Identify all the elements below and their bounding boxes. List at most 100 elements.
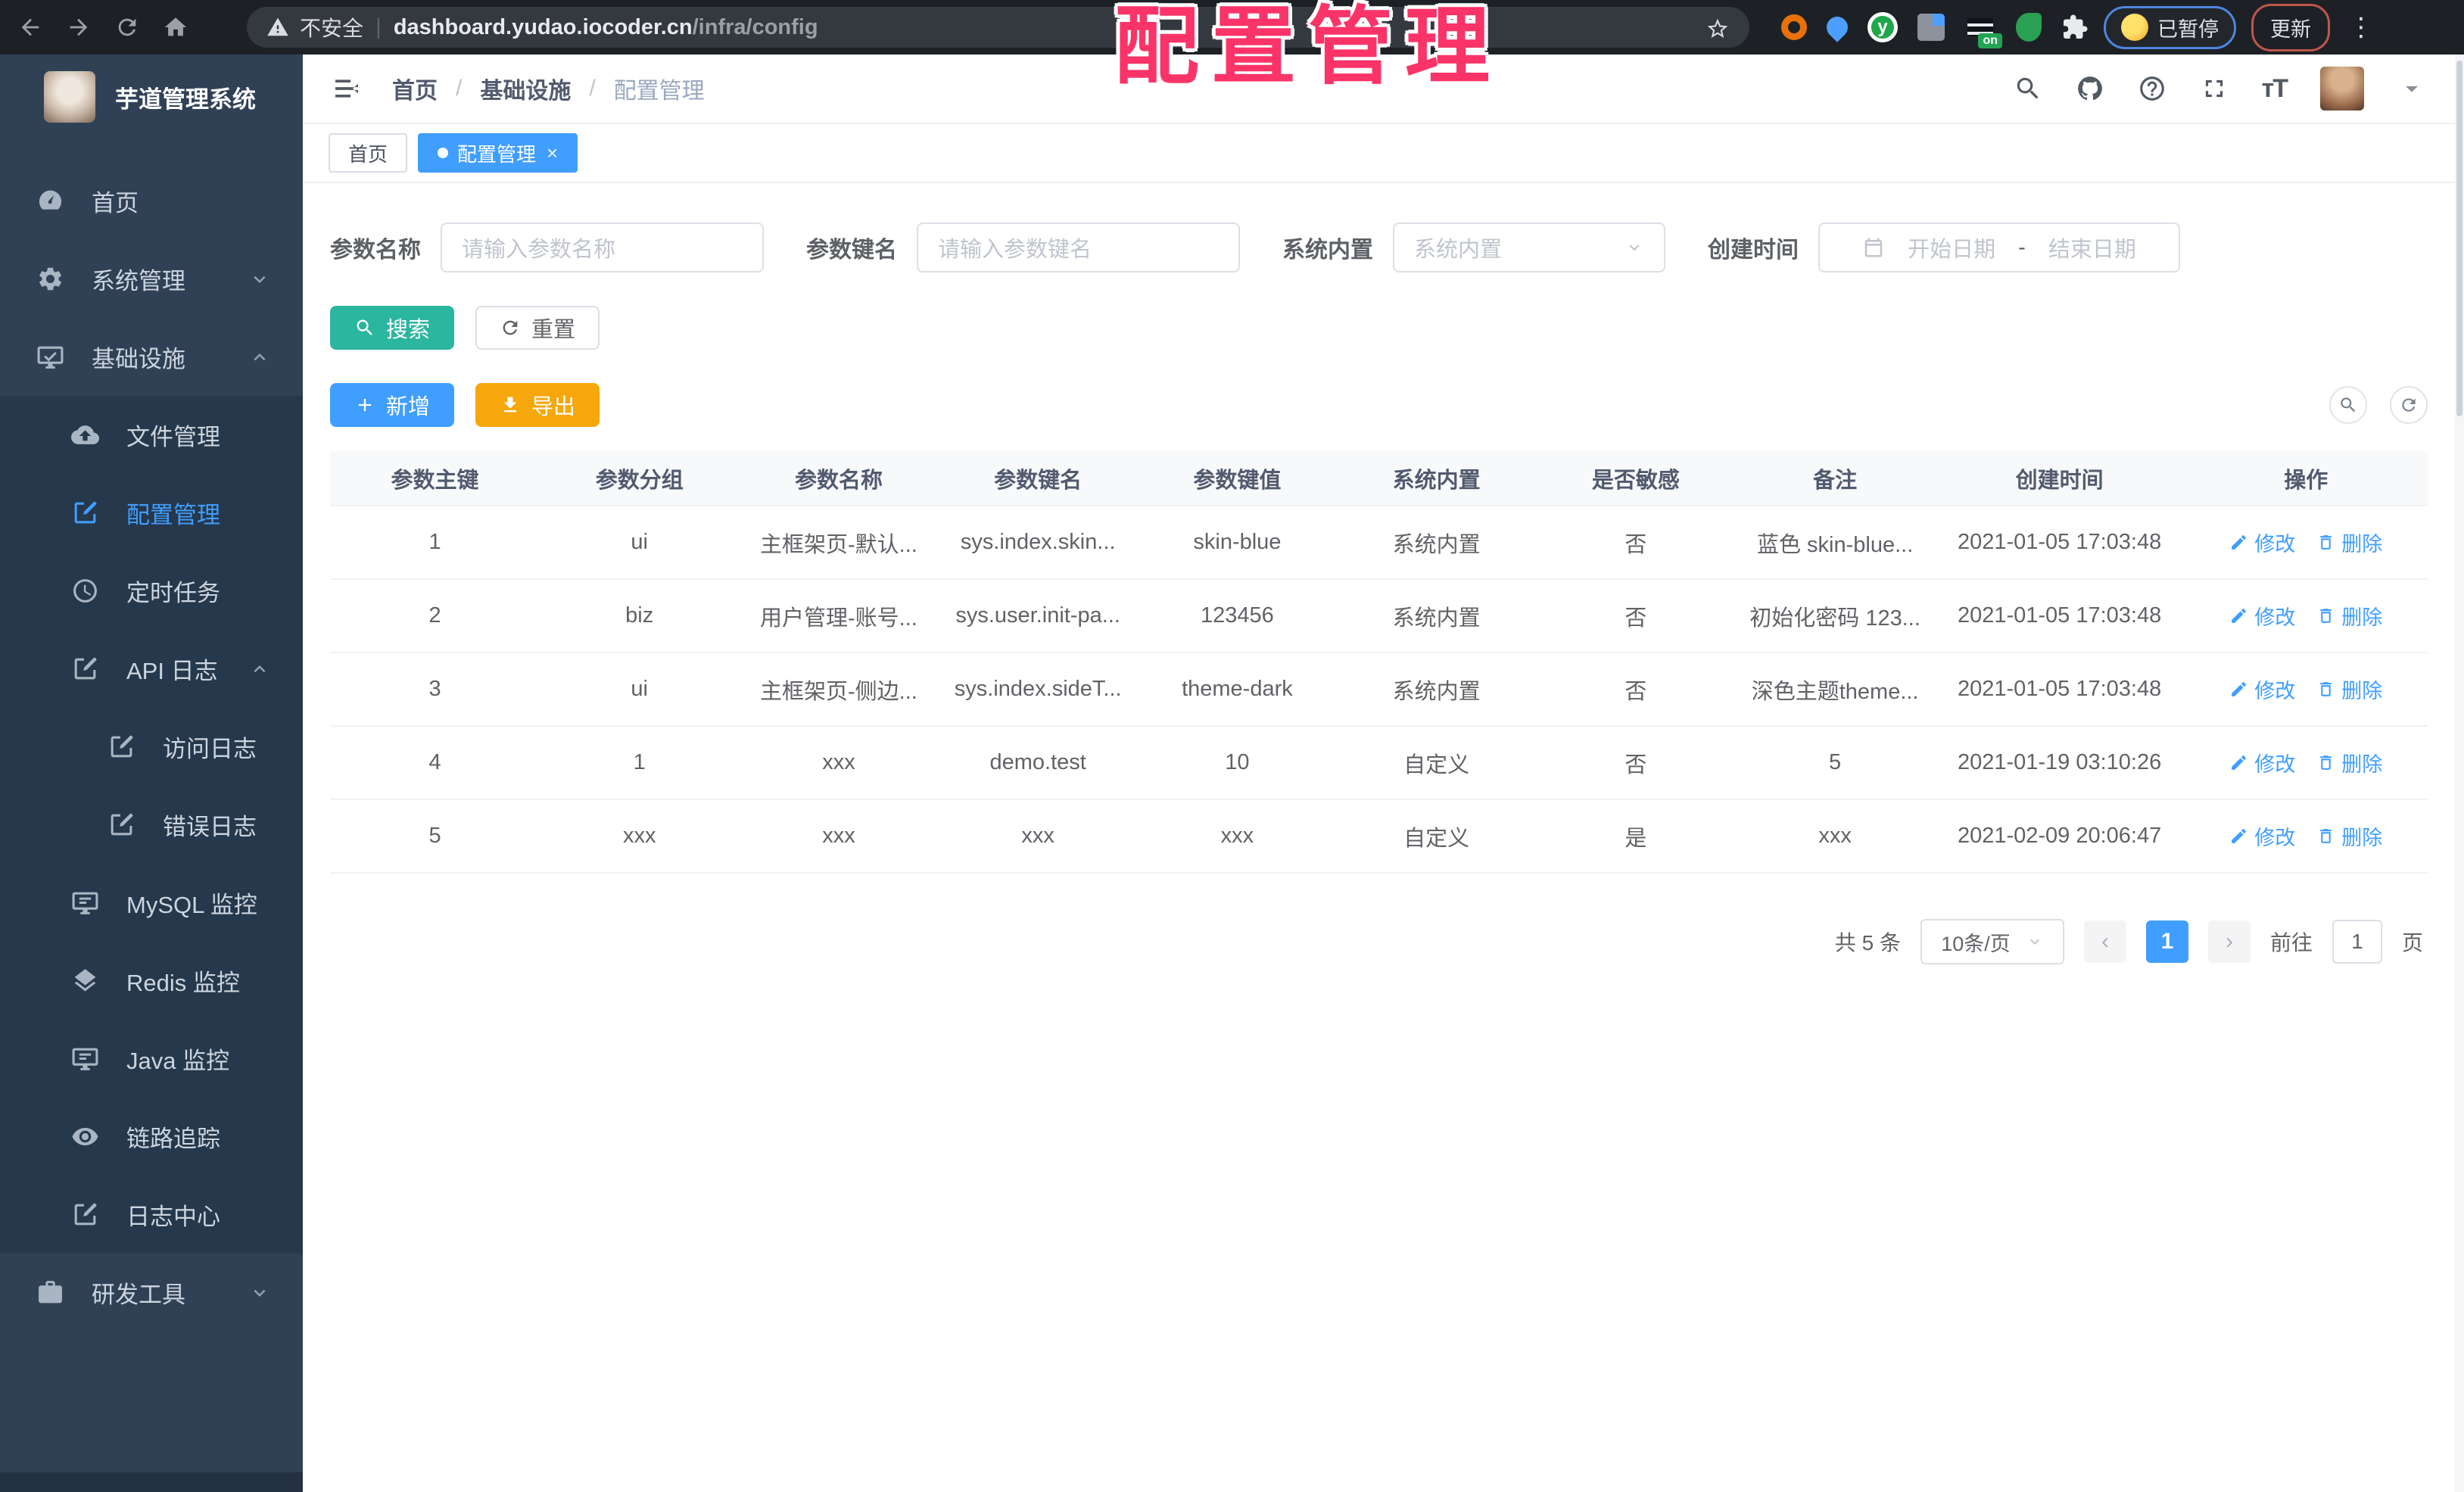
bookmark-star-icon[interactable] [1705, 14, 1730, 42]
tab-bar: 首页 配置管理 × [303, 124, 2455, 183]
system-builtin-select[interactable]: 系统内置 [1393, 223, 1665, 273]
edit-link[interactable]: 修改 [2229, 528, 2295, 557]
delete-link[interactable]: 删除 [2316, 821, 2382, 851]
sidebar-item-访问日志[interactable]: 访问日志 [0, 708, 303, 786]
sidebar-item-label: 基础设施 [92, 346, 185, 372]
brand-logo [44, 71, 95, 123]
extension-icons: y on [1781, 12, 2089, 48]
extensions-puzzle-icon[interactable] [2061, 14, 2089, 41]
breadcrumb-current: 配置管理 [613, 79, 705, 104]
paused-badge[interactable]: 已暂停 [2104, 5, 2236, 49]
location-pin-extension-icon[interactable] [1822, 12, 1852, 42]
browser-menu-icon[interactable]: ⋮ [2348, 12, 2374, 42]
close-tab-icon[interactable]: × [547, 142, 558, 165]
delete-link[interactable]: 删除 [2316, 674, 2382, 704]
sidebar-item-错误日志[interactable]: 错误日志 [0, 786, 303, 864]
breadcrumb-infra[interactable]: 基础设施 [480, 72, 571, 105]
home-icon[interactable] [159, 11, 192, 44]
plus-icon [354, 394, 375, 416]
search-form: 参数名称 请输入参数名称 参数键名 请输入参数键名 系统内置 系统内置 创建时间… [303, 183, 2455, 273]
sidebar-item-研发工具[interactable]: 研发工具 [0, 1254, 303, 1332]
breadcrumb-home[interactable]: 首页 [392, 72, 438, 105]
delete-link[interactable]: 删除 [2316, 601, 2382, 631]
table-cell: xxx [1137, 799, 1338, 874]
sidebar-item-配置管理[interactable]: 配置管理 [0, 474, 303, 552]
next-page-button[interactable]: › [2207, 920, 2251, 963]
table-cell: 用户管理-账号... [739, 579, 939, 653]
table-cell: 1 [330, 506, 540, 580]
sidebar-item-label: 链路追踪 [126, 1126, 220, 1152]
param-name-label: 参数名称 [330, 238, 421, 263]
sidebar-item-label: 首页 [92, 190, 139, 216]
collapse-sidebar-icon[interactable] [332, 73, 362, 104]
font-size-icon[interactable]: тT [2262, 74, 2288, 104]
toggle-search-button[interactable] [2329, 386, 2367, 424]
date-range-picker[interactable]: 开始日期 - 结束日期 [1818, 223, 2180, 273]
reset-button[interactable]: 重置 [475, 306, 600, 350]
page-scrollbar[interactable] [2455, 55, 2464, 1492]
security-label: 不安全 [300, 17, 364, 40]
edit-link[interactable]: 修改 [2229, 821, 2295, 851]
chevron-down-icon [2026, 933, 2044, 951]
scrollbar-thumb[interactable] [2456, 61, 2462, 416]
sidebar-item-Redis 监控[interactable]: Redis 监控 [0, 942, 303, 1020]
sidebar-item-API 日志[interactable]: API 日志 [0, 630, 303, 708]
edit-link[interactable]: 修改 [2229, 748, 2295, 777]
orange-ring-extension-icon[interactable] [1781, 14, 1807, 40]
table-actions-cell: 修改 删除 [2184, 726, 2428, 800]
param-key-input[interactable]: 请输入参数键名 [917, 223, 1240, 273]
param-name-input[interactable]: 请输入参数名称 [441, 223, 764, 273]
sidebar-item-基础设施[interactable]: 基础设施 [0, 318, 303, 396]
green-extension-icon[interactable] [2016, 13, 2042, 42]
sidebar-item-首页[interactable]: 首页 [0, 162, 303, 240]
y-circle-extension-icon[interactable]: y [1867, 12, 1898, 42]
sidebar-item-系统管理[interactable]: 系统管理 [0, 240, 303, 318]
paused-label: 已暂停 [2157, 17, 2219, 41]
delete-link[interactable]: 删除 [2316, 528, 2382, 557]
security-status[interactable]: 不安全 [266, 12, 363, 42]
table-row: 5 xxx xxx xxx xxx 自定义是 xxx 2021-02-09 20:06:47 修… [330, 799, 2428, 874]
back-icon[interactable] [14, 11, 47, 44]
tab-config[interactable]: 配置管理 × [418, 133, 578, 173]
page-size-select[interactable]: 10条/页 [1920, 919, 2064, 964]
address-bar[interactable]: 不安全 | dashboard.yudao.iocoder.cn/infra/c… [247, 7, 1749, 48]
sidebar-item-MySQL 监控[interactable]: MySQL 监控 [0, 864, 303, 942]
search-icon[interactable] [2014, 74, 2042, 103]
sidebar-item-链路追踪[interactable]: 链路追踪 [0, 1098, 303, 1176]
search-button[interactable]: 搜索 [330, 306, 455, 350]
add-button[interactable]: 新增 [330, 383, 455, 427]
table-row: 3 ui 主框架页-侧边... sys.index.sideT... theme-dar… [330, 653, 2428, 727]
list-extension-icon[interactable]: on [1964, 15, 2002, 48]
sidebar: 芋道管理系统 首页系统管理基础设施文件管理 配置管理 定时任务 API 日志 访问日志错… [0, 55, 303, 1492]
table-actions-cell: 修改 删除 [2184, 653, 2428, 727]
search-icon [354, 317, 375, 338]
table-cell: 1 [540, 726, 740, 800]
edit-link[interactable]: 修改 [2229, 674, 2295, 704]
github-icon[interactable] [2076, 74, 2104, 103]
table-cell: 否 [1536, 506, 1736, 580]
delete-link[interactable]: 删除 [2316, 748, 2382, 777]
brand[interactable]: 芋道管理系统 [0, 55, 303, 136]
grid-extension-icon[interactable] [1917, 14, 1945, 41]
current-page-button[interactable]: 1 [2145, 920, 2188, 963]
fullscreen-icon[interactable] [2200, 74, 2229, 103]
table-cell: 系统内置 [1337, 653, 1537, 727]
prev-page-button[interactable]: ‹ [2083, 920, 2126, 963]
sidebar-item-文件管理[interactable]: 文件管理 [0, 396, 303, 474]
reload-icon[interactable] [111, 11, 144, 44]
forward-icon[interactable] [62, 11, 95, 44]
export-button[interactable]: 导出 [475, 383, 600, 427]
edit-link[interactable]: 修改 [2229, 601, 2295, 631]
goto-page-input[interactable]: 1 [2332, 920, 2382, 964]
user-menu-caret-icon[interactable] [2397, 74, 2426, 103]
sidebar-item-日志中心[interactable]: 日志中心 [0, 1176, 303, 1254]
update-button[interactable]: 更新 [2251, 3, 2330, 51]
refresh-list-button[interactable] [2390, 386, 2428, 424]
sidebar-item-定时任务[interactable]: 定时任务 [0, 552, 303, 630]
help-icon[interactable] [2138, 74, 2167, 103]
tab-home[interactable]: 首页 [329, 133, 408, 173]
column-header: 参数键值 [1137, 451, 1338, 506]
sidebar-item-Java 监控[interactable]: Java 监控 [0, 1020, 303, 1098]
table-cell: 2021-01-05 17:03:48 [1934, 506, 2185, 580]
avatar[interactable] [2320, 67, 2364, 111]
